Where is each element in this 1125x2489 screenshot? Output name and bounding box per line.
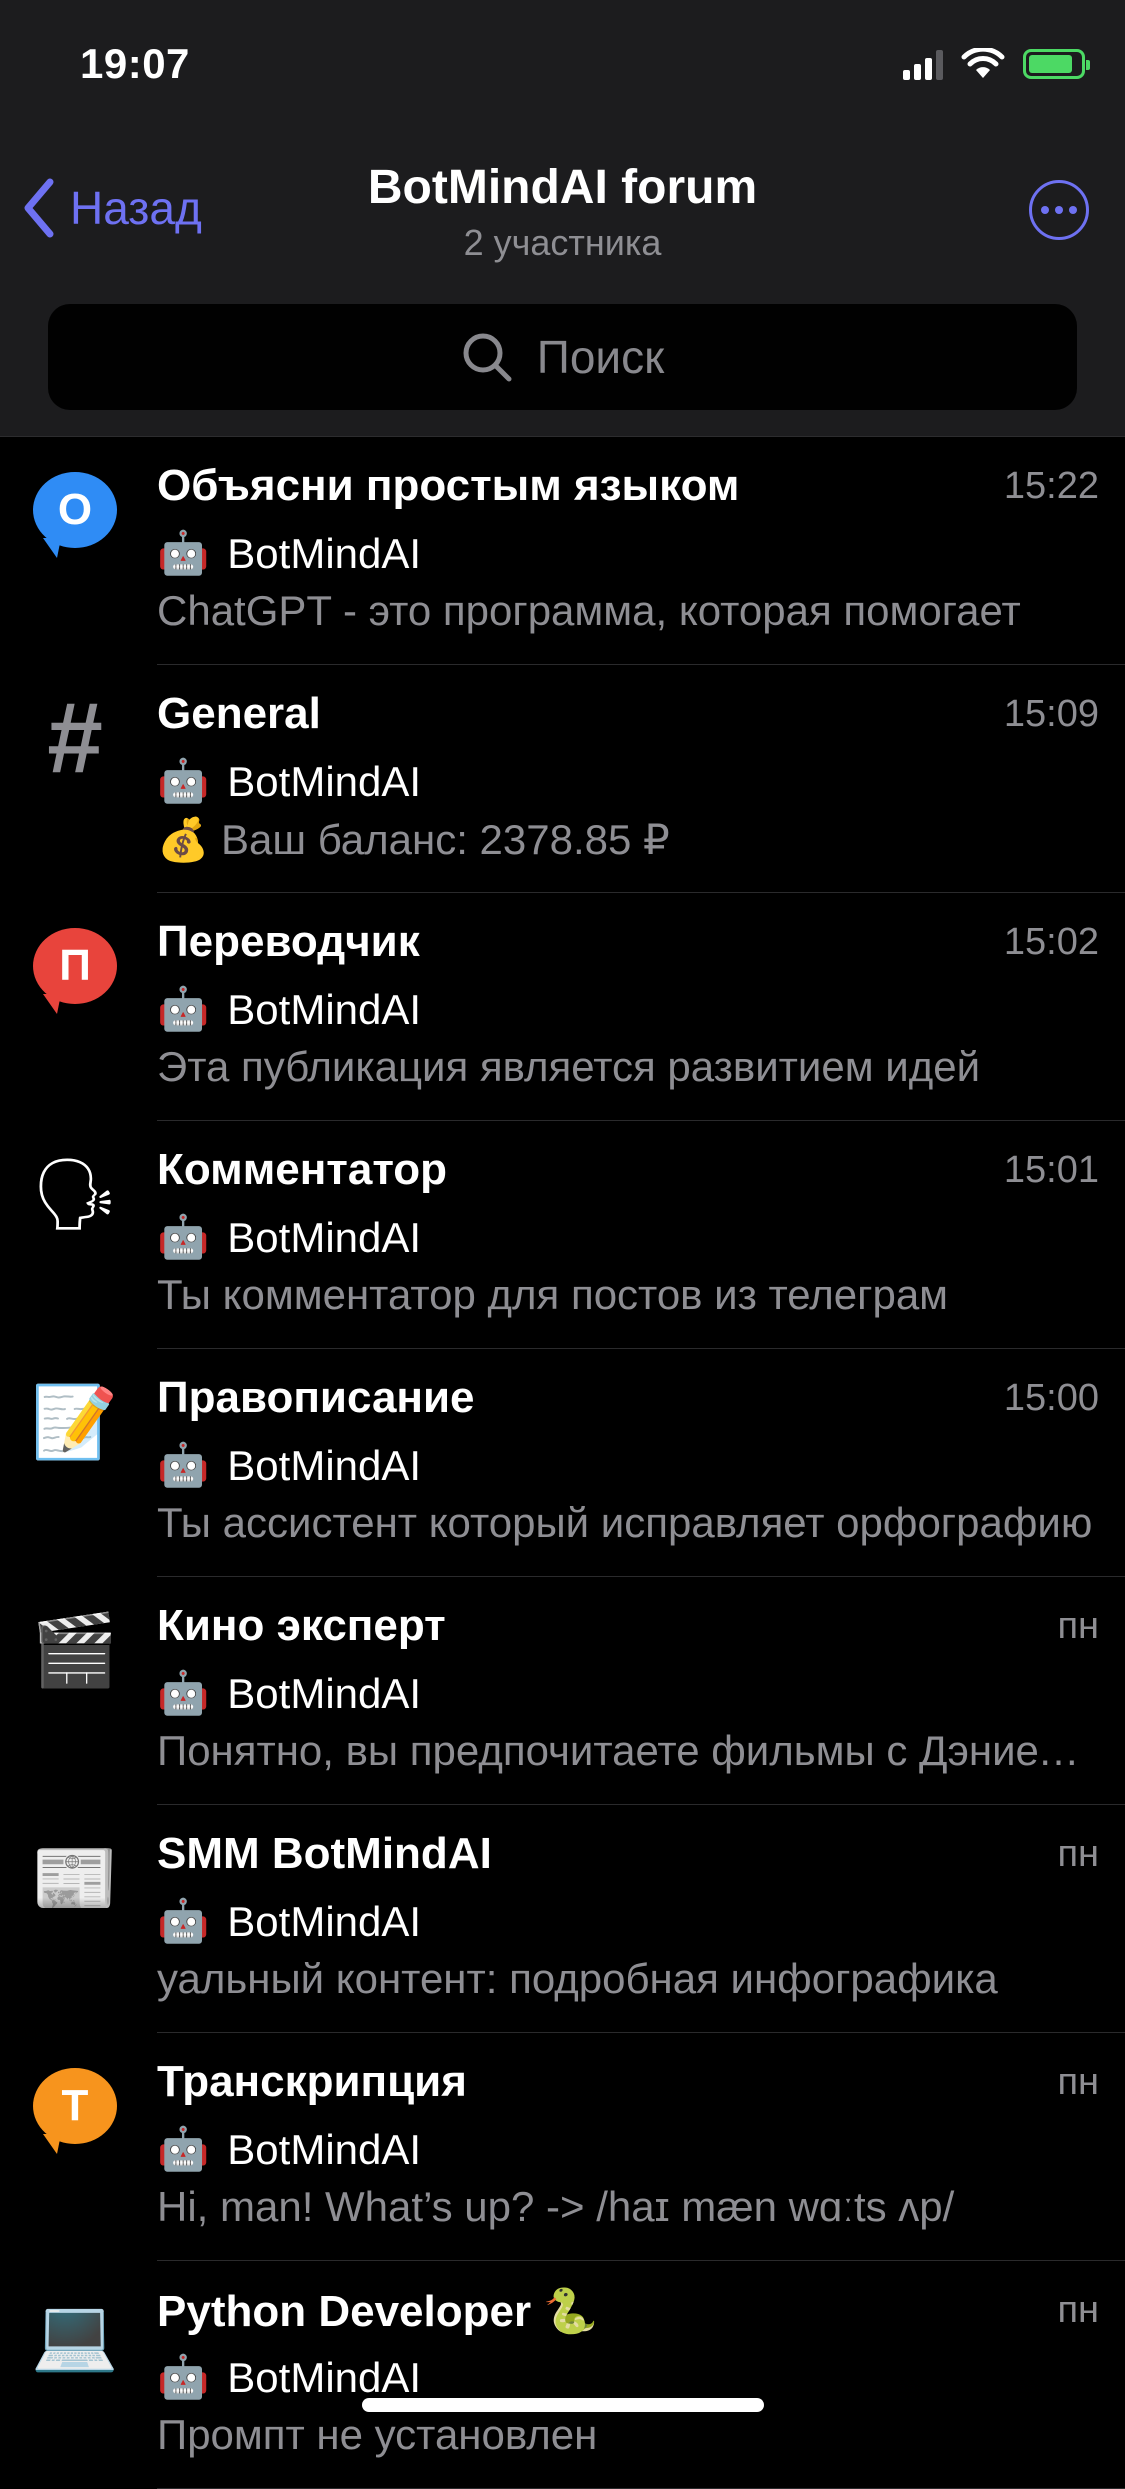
wifi-icon <box>961 48 1005 78</box>
topic-time: 15:09 <box>1003 693 1099 735</box>
sender-name: BotMindAI <box>227 1441 422 1489</box>
hash-icon: # <box>47 682 103 794</box>
topic-sender: 🤖 BotMindAI <box>157 529 421 578</box>
topic-preview: Промпт не установлен <box>157 2411 598 2458</box>
topic-preview: ChatGPT - это программа, которая помогае… <box>157 587 1021 634</box>
topic-sender: 🤖 BotMindAI <box>157 1897 421 1946</box>
topic-title: Правописание <box>157 1373 475 1422</box>
more-options-button[interactable] <box>1029 180 1089 240</box>
member-count: 2 участника <box>463 222 662 263</box>
topic-title: Объясни простым языком <box>157 461 740 510</box>
home-indicator <box>362 2398 764 2412</box>
topic-row[interactable]: П Переводчик 15:02 🤖 BotMindAI Эта публикация… <box>0 893 1125 1121</box>
sender-name: BotMindAI <box>227 1669 422 1717</box>
sender-name: BotMindAI <box>227 1213 422 1261</box>
topic-row[interactable]: # General 15:09 🤖 BotMindAI 💰 Ваш баланс: 237… <box>0 665 1125 893</box>
sender-name: BotMindAI <box>227 529 422 577</box>
search-placeholder: Поиск <box>536 331 665 383</box>
topic-row[interactable]: 📰 SMM BotMindAI пн 🤖 BotMindAI уальный контен… <box>0 1805 1125 2033</box>
sender-name: BotMindAI <box>227 757 422 805</box>
robot-icon: 🤖 <box>157 1213 210 1260</box>
topic-time: 15:00 <box>1003 1377 1099 1419</box>
topic-preview: 💰 Ваш баланс: 2378.85 ₽ <box>157 816 670 863</box>
red-speech-bubble-P-icon: П <box>32 923 118 1014</box>
topic-title: SMM BotMindAI <box>157 1829 492 1878</box>
topic-sender: 🤖 BotMindAI <box>157 2125 421 2174</box>
topic-time: пн <box>1057 2289 1099 2331</box>
topic-time: 15:22 <box>1003 465 1099 507</box>
topic-time: 15:01 <box>1003 1149 1099 1191</box>
robot-icon: 🤖 <box>157 1669 210 1716</box>
topic-sender: 🤖 BotMindAI <box>157 757 421 806</box>
topic-sender: 🤖 BotMindAI <box>157 1669 421 1718</box>
topic-sender: 🤖 BotMindAI <box>157 985 421 1034</box>
topic-list: О Объясни простым языком 15:22 🤖 BotMindAI Ch… <box>0 437 1125 2489</box>
topic-row[interactable]: 🎬 Кино эксперт пн 🤖 BotMindAI Понятно, вы пре… <box>0 1577 1125 1805</box>
topic-time: 15:02 <box>1003 921 1099 963</box>
topic-row[interactable]: Т Транскрипция пн 🤖 BotMindAI Hi, man! What’s… <box>0 2033 1125 2261</box>
memo-icon: 📝 <box>31 1383 119 1461</box>
robot-icon: 🤖 <box>157 1897 210 1944</box>
robot-icon: 🤖 <box>157 985 210 1032</box>
topic-preview: Ты ассистент который исправляет орфограф… <box>157 1499 1093 1546</box>
topic-title: Python Developer 🐍 <box>157 2287 599 2336</box>
topic-row[interactable]: 💻 Python Developer 🐍 пн 🤖 BotMindAI Промпт не… <box>0 2261 1125 2489</box>
forum-title[interactable]: BotMindAI forum <box>0 160 1125 215</box>
cellular-signal-icon <box>903 48 943 80</box>
topic-title: Комментатор <box>157 1145 448 1194</box>
battery-icon <box>1023 49 1090 79</box>
topic-time: пн <box>1057 2061 1099 2103</box>
status-time: 19:07 <box>80 40 190 87</box>
top-bar: 19:07 Назад BotMindAI forum 2 участника <box>0 0 1125 437</box>
sender-name: BotMindAI <box>227 2125 422 2173</box>
topic-title: Кино эксперт <box>157 1601 446 1650</box>
laptop-icon: 💻 <box>31 2295 119 2373</box>
speaking-head-icon: 🗣 <box>30 1155 120 1233</box>
topic-preview: уальный контент: подробная инфографика <box>157 1955 998 2002</box>
topic-preview: Эта публикация является развитием идей <box>157 1043 981 1090</box>
sender-name: BotMindAI <box>227 2353 422 2401</box>
clapper-board-icon: 🎬 <box>31 1611 119 1689</box>
topic-title: Переводчик <box>157 917 420 966</box>
search-icon <box>463 333 512 382</box>
robot-icon: 🤖 <box>157 1441 210 1488</box>
robot-icon: 🤖 <box>157 2353 210 2400</box>
topic-sender: 🤖 BotMindAI <box>157 1441 421 1490</box>
topic-title: General <box>157 689 321 738</box>
sender-name: BotMindAI <box>227 985 422 1033</box>
topic-preview: Понятно, вы предпочитаете фильмы с Дэние… <box>157 1727 1097 1774</box>
topic-row[interactable]: 🗣 Комментатор 15:01 🤖 BotMindAI Ты комментато… <box>0 1121 1125 1349</box>
orange-speech-bubble-T-icon: Т <box>32 2063 118 2154</box>
status-icons <box>903 48 1090 80</box>
search-field[interactable]: Поиск <box>48 304 1077 410</box>
topic-time: пн <box>1057 1833 1099 1875</box>
robot-icon: 🤖 <box>157 757 210 804</box>
robot-icon: 🤖 <box>157 2125 210 2172</box>
robot-icon: 🤖 <box>157 529 210 576</box>
topic-preview: Ты комментатор для постов из телеграм <box>157 1271 949 1318</box>
topic-sender: 🤖 BotMindAI <box>157 2353 421 2402</box>
topic-time: пн <box>1057 1605 1099 1647</box>
topic-title: Транскрипция <box>157 2057 467 2106</box>
topic-sender: 🤖 BotMindAI <box>157 1213 421 1262</box>
battery-level <box>1029 55 1072 73</box>
topic-row[interactable]: 📝 Правописание 15:00 🤖 BotMindAI Ты ассистент… <box>0 1349 1125 1577</box>
topic-row[interactable]: О Объясни простым языком 15:22 🤖 BotMindAI Ch… <box>0 437 1125 665</box>
blue-speech-bubble-O-icon: О <box>32 467 118 558</box>
sender-name: BotMindAI <box>227 1897 422 1945</box>
newspaper-icon: 📰 <box>31 1839 119 1917</box>
topic-preview: Hi, man! What’s up? -> /haɪ mæn wɑːts ʌp… <box>157 2183 955 2230</box>
